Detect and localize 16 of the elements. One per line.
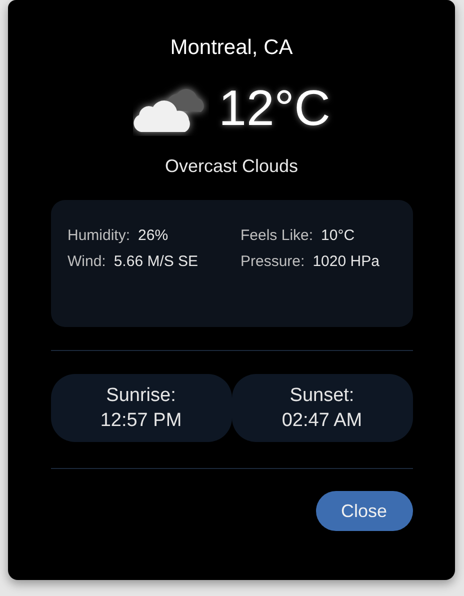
sun-label: Sunset: (290, 384, 354, 408)
stat-value: 26% (138, 227, 168, 244)
temperature: 12°C (218, 80, 330, 136)
sun-time: 12:57 PM (100, 409, 182, 433)
stat-label: Feels Like: (240, 227, 314, 244)
stat-label: Wind: (68, 253, 106, 270)
sun-label: Sunrise: (106, 384, 176, 408)
stat-label: Pressure: (240, 253, 305, 270)
stat-value: 5.66 M/S SE (114, 253, 198, 270)
stat-value: 10°C (321, 227, 355, 244)
sun-time: 02:47 AM (282, 409, 362, 433)
weather-description: Overcast Clouds (164, 155, 298, 178)
city-name: Montreal, CA (170, 35, 293, 61)
stat-label: Humidity: (68, 227, 130, 244)
close-button[interactable]: Close (316, 491, 412, 531)
stat-value: 1020 HPa (312, 253, 380, 270)
